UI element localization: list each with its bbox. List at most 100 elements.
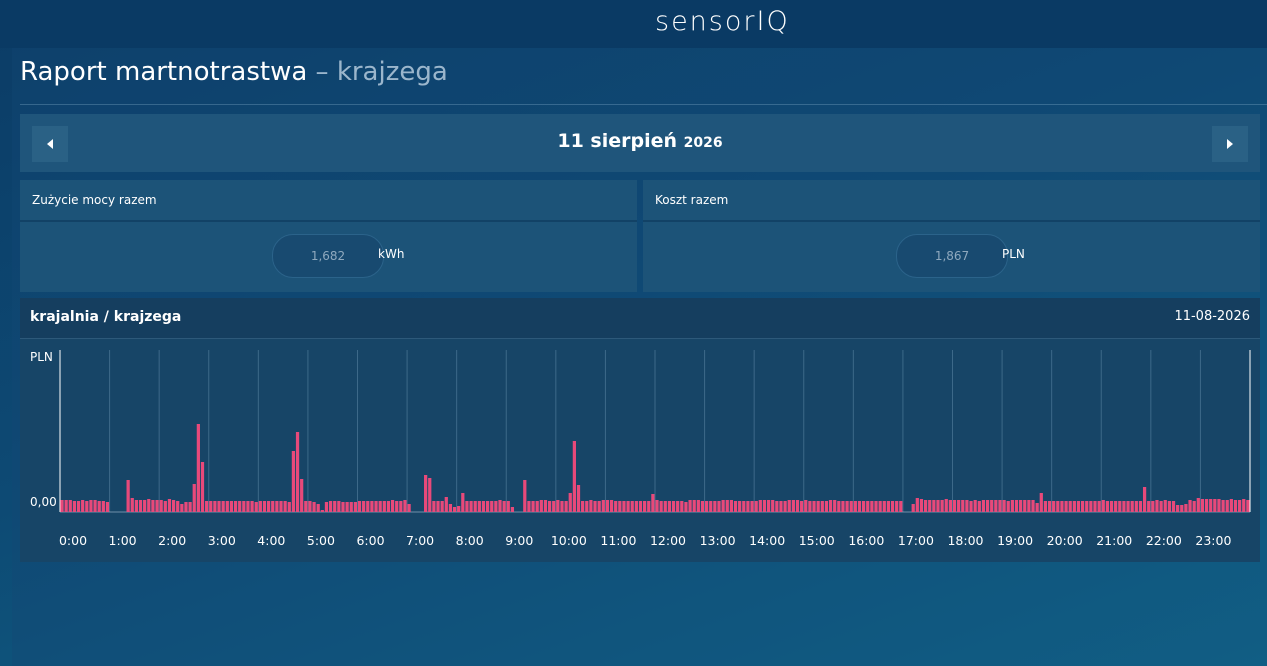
cost-bar[interactable] [742, 501, 746, 512]
cost-bar[interactable] [1126, 501, 1130, 512]
cost-bar[interactable] [543, 500, 548, 512]
cost-bar[interactable] [448, 504, 453, 512]
cost-bar[interactable] [440, 501, 444, 512]
cost-bar[interactable] [188, 502, 192, 512]
cost-bar[interactable] [295, 432, 300, 512]
cost-bar[interactable] [266, 501, 271, 512]
cost-bar[interactable] [762, 500, 767, 512]
cost-bar[interactable] [812, 501, 816, 512]
cost-bar[interactable] [287, 502, 291, 512]
cost-bar[interactable] [510, 507, 515, 512]
cost-bar[interactable] [64, 500, 68, 512]
cost-bar[interactable] [155, 500, 159, 512]
cost-bar[interactable] [134, 500, 139, 512]
cost-bar[interactable] [857, 501, 862, 512]
cost-bar[interactable] [481, 501, 486, 512]
cost-bar[interactable] [1101, 500, 1105, 512]
cost-bar[interactable] [998, 500, 1002, 512]
cost-bar[interactable] [696, 500, 700, 512]
cost-bar[interactable] [915, 498, 919, 512]
cost-bar[interactable] [436, 501, 440, 512]
cost-bar[interactable] [572, 441, 576, 512]
cost-bar[interactable] [105, 502, 110, 512]
cost-bar[interactable] [424, 475, 428, 512]
cost-bar[interactable] [609, 500, 614, 512]
cost-bar[interactable] [72, 501, 77, 512]
cost-bar[interactable] [378, 501, 382, 512]
cost-bar[interactable] [1225, 500, 1229, 512]
cost-bar[interactable] [837, 501, 841, 512]
cost-bar[interactable] [494, 501, 498, 512]
cost-bar[interactable] [386, 501, 391, 512]
cost-bar[interactable] [890, 501, 895, 512]
cost-bar[interactable] [688, 500, 692, 512]
cost-bar[interactable] [180, 504, 184, 512]
cost-bar[interactable] [923, 500, 928, 512]
cost-bar[interactable] [465, 501, 469, 512]
cost-bar[interactable] [399, 501, 403, 512]
cost-bar[interactable] [167, 499, 172, 512]
cost-bar[interactable] [1080, 501, 1085, 512]
cost-bar[interactable] [1192, 501, 1196, 512]
cost-bar[interactable] [791, 500, 795, 512]
cost-bar[interactable] [680, 501, 684, 512]
cost-bar[interactable] [853, 501, 857, 512]
cost-bar[interactable] [432, 501, 436, 512]
cost-bar[interactable] [502, 501, 506, 512]
cost-bar[interactable] [1089, 501, 1093, 512]
cost-bar[interactable] [552, 501, 556, 512]
cost-bar[interactable] [1246, 500, 1250, 512]
cost-bar[interactable] [746, 501, 750, 512]
cost-bar[interactable] [138, 500, 143, 512]
cost-bar[interactable] [758, 500, 762, 512]
cost-bar[interactable] [1167, 501, 1171, 512]
cost-bar[interactable] [1010, 500, 1014, 512]
cost-bar[interactable] [1014, 500, 1019, 512]
cost-bar[interactable] [845, 501, 849, 512]
cost-bar[interactable] [1076, 501, 1081, 512]
cost-bar[interactable] [238, 501, 242, 512]
cost-bar[interactable] [667, 501, 672, 512]
cost-bar[interactable] [800, 501, 804, 512]
cost-bar[interactable] [163, 501, 167, 512]
cost-bar[interactable] [1151, 501, 1155, 512]
cost-bar[interactable] [808, 501, 812, 512]
cost-bar[interactable] [304, 501, 308, 512]
cost-bar[interactable] [324, 502, 329, 512]
cost-bar[interactable] [886, 501, 891, 512]
cost-bar[interactable] [878, 501, 882, 512]
cost-bar[interactable] [1184, 504, 1188, 512]
cost-bar[interactable] [159, 500, 163, 512]
cost-bar[interactable] [81, 500, 85, 512]
cost-bar[interactable] [733, 501, 738, 512]
cost-bar[interactable] [271, 501, 275, 512]
cost-bar[interactable] [795, 500, 800, 512]
cost-bar[interactable] [374, 501, 378, 512]
cost-bar[interactable] [535, 501, 539, 512]
cost-bar[interactable] [700, 501, 705, 512]
cost-bar[interactable] [895, 501, 899, 512]
cost-bar[interactable] [775, 501, 779, 512]
cost-bar[interactable] [337, 501, 341, 512]
cost-bar[interactable] [750, 501, 754, 512]
cost-bar[interactable] [973, 500, 977, 512]
cost-bar[interactable] [663, 501, 667, 512]
cost-bar[interactable] [866, 501, 870, 512]
cost-bar[interactable] [213, 501, 217, 512]
cost-bar[interactable] [820, 501, 824, 512]
cost-bar[interactable] [1035, 503, 1039, 512]
cost-bar[interactable] [1147, 501, 1151, 512]
cost-bar[interactable] [1209, 499, 1213, 512]
cost-bar[interactable] [403, 500, 407, 512]
cost-bar[interactable] [1109, 501, 1114, 512]
cost-bar[interactable] [1163, 500, 1167, 512]
cost-bar[interactable] [874, 501, 878, 512]
cost-bar[interactable] [622, 501, 626, 512]
cost-bar[interactable] [1242, 499, 1246, 512]
cost-bar[interactable] [816, 501, 820, 512]
cost-bar[interactable] [143, 500, 147, 512]
cost-bar[interactable] [320, 510, 324, 512]
cost-bar[interactable] [477, 501, 481, 512]
cost-bar[interactable] [1060, 501, 1064, 512]
cost-bar[interactable] [473, 501, 477, 512]
